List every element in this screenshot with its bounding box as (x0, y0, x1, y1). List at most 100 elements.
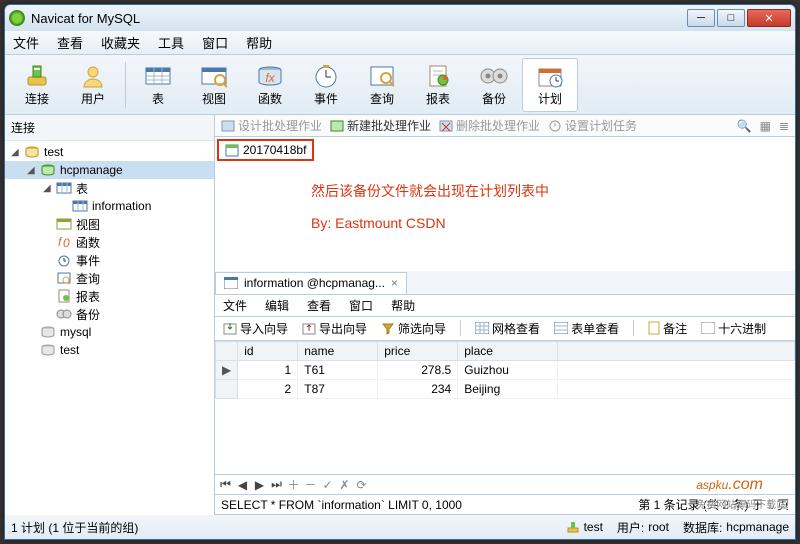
tree-node[interactable]: ◢表 (5, 179, 214, 197)
col-price[interactable]: price (378, 341, 458, 360)
nav-next[interactable]: ▶ (253, 478, 266, 492)
table-toolbar: 导入向导 导出向导 筛选向导 网格查看 表单查看 备注 十六进制 (215, 317, 795, 341)
tree-node[interactable]: information (5, 197, 214, 215)
status-plan: 1 计划 (1 位于当前的组) (11, 519, 138, 536)
status-user: 用户: root (617, 519, 669, 536)
btn-export-wizard[interactable]: 导出向导 (302, 320, 367, 337)
btn-grid-view[interactable]: 网格查看 (475, 320, 540, 337)
table-menubar: 文件 编辑 查看 窗口 帮助 (215, 295, 795, 317)
nav-prev[interactable]: ◀ (236, 478, 249, 492)
status-conn: test (566, 520, 603, 534)
table-row[interactable]: ▶1T61278.5Guizhou (216, 360, 795, 379)
tree-node[interactable]: 备份 (5, 305, 214, 323)
search-icon[interactable]: 🔍 (737, 119, 752, 133)
tree-node[interactable]: 查询 (5, 269, 214, 287)
menu-view[interactable]: 查看 (57, 33, 83, 52)
connection-tree[interactable]: ◢test◢hcpmanage◢表information视图f0函数事件查询报表… (5, 141, 214, 515)
col-id[interactable]: id (238, 341, 298, 360)
data-grid[interactable]: id name price place ▶1T61278.5Guizhou2T8… (215, 341, 795, 476)
annotation-author: By: Eastmount CSDN (311, 215, 446, 231)
nav-add[interactable]: ＋ (287, 476, 300, 493)
tree-node[interactable]: mysql (5, 323, 214, 341)
window-buttons: ─ □ ✕ (687, 9, 791, 27)
bottom-tabs: information @hcpmanag... × (215, 271, 795, 295)
tm-edit[interactable]: 编辑 (265, 297, 289, 314)
nav-del[interactable]: － (304, 476, 317, 493)
close-button[interactable]: ✕ (747, 9, 791, 27)
maximize-button[interactable]: □ (717, 9, 745, 27)
nav-last[interactable]: ⏭ (270, 477, 283, 492)
tree-node[interactable]: ◢hcpmanage (5, 161, 214, 179)
col-name[interactable]: name (298, 341, 378, 360)
subtb-new-batch[interactable]: 新建批处理作业 (330, 117, 431, 134)
tree-node[interactable]: 事件 (5, 251, 214, 269)
annotation-text: 然后该备份文件就会出现在计划列表中 (311, 181, 549, 201)
titlebar[interactable]: Navicat for MySQL ─ □ ✕ (5, 5, 795, 31)
menu-fav[interactable]: 收藏夹 (101, 33, 140, 52)
menu-help[interactable]: 帮助 (246, 33, 272, 52)
tb-backup[interactable]: 备份 (466, 58, 522, 112)
sidebar: 连接 ◢test◢hcpmanage◢表information视图f0函数事件查… (5, 115, 215, 515)
record-info: 第 1 条记录 (共 2 条) 于 1 页 (638, 496, 789, 513)
window-title: Navicat for MySQL (31, 11, 687, 26)
menu-window[interactable]: 窗口 (202, 33, 228, 52)
sql-status-bar: SELECT * FROM `information` LIMIT 0, 100… (215, 495, 795, 515)
status-db: 数据库: hcpmanage (683, 519, 789, 536)
tab-title: information @hcpmanag... (244, 276, 385, 290)
sub-toolbar: 设计批处理作业 新建批处理作业 删除批处理作业 设置计划任务 🔍 ▦ ≣ (215, 115, 795, 137)
menu-file[interactable]: 文件 (13, 33, 39, 52)
tm-help[interactable]: 帮助 (391, 297, 415, 314)
btn-filter-wizard[interactable]: 筛选向导 (381, 320, 446, 337)
app-icon (9, 10, 25, 26)
btn-memo[interactable]: 备注 (648, 320, 687, 337)
tb-table[interactable]: 表 (130, 58, 186, 112)
tree-node[interactable]: test (5, 341, 214, 359)
tb-user[interactable]: 用户 (65, 58, 121, 112)
subtb-set-schedule: 设置计划任务 (548, 117, 637, 134)
tb-event[interactable]: 事件 (298, 58, 354, 112)
col-place[interactable]: place (458, 341, 558, 360)
main-toolbar: 连接 用户 表 视图 fx函数 事件 查询 报表 备份 计划 (5, 55, 795, 115)
tree-node[interactable]: ◢test (5, 143, 214, 161)
schedule-list-canvas[interactable]: 20170418bf 然后该备份文件就会出现在计划列表中 By: Eastmou… (215, 137, 795, 271)
tb-view[interactable]: 视图 (186, 58, 242, 112)
nav-refresh[interactable]: ⟳ (355, 478, 368, 492)
nav-cancel[interactable]: ✗ (338, 478, 351, 492)
tb-function[interactable]: fx函数 (242, 58, 298, 112)
minimize-button[interactable]: ─ (687, 9, 715, 27)
tree-node[interactable]: 视图 (5, 215, 214, 233)
tb-query[interactable]: 查询 (354, 58, 410, 112)
nav-first[interactable]: ⏮ (219, 477, 232, 492)
btn-form-view[interactable]: 表单查看 (554, 320, 619, 337)
tm-file[interactable]: 文件 (223, 297, 247, 314)
nav-commit[interactable]: ✓ (321, 478, 334, 492)
schedule-icon (225, 143, 239, 157)
table-row[interactable]: 2T87234Beijing (216, 379, 795, 398)
tb-report[interactable]: 报表 (410, 58, 466, 112)
menubar: 文件 查看 收藏夹 工具 窗口 帮助 (5, 31, 795, 55)
subtb-design-batch: 设计批处理作业 (221, 117, 322, 134)
schedule-item[interactable]: 20170418bf (217, 139, 314, 161)
btn-import-wizard[interactable]: 导入向导 (223, 320, 288, 337)
tm-window[interactable]: 窗口 (349, 297, 373, 314)
btn-hex[interactable]: 十六进制 (701, 320, 766, 337)
grid-view-icon[interactable]: ▦ (760, 119, 771, 133)
svg-text:fx: fx (265, 71, 275, 85)
sidebar-header: 连接 (5, 115, 214, 141)
tree-node[interactable]: 报表 (5, 287, 214, 305)
tb-connect[interactable]: 连接 (9, 58, 65, 112)
statusbar: 1 计划 (1 位于当前的组) test 用户: root 数据库: hcpma… (5, 515, 795, 539)
tab-close-icon[interactable]: × (391, 276, 398, 290)
tb-schedule[interactable]: 计划 (522, 58, 578, 112)
list-view-icon[interactable]: ≣ (779, 119, 789, 133)
main-area: 设计批处理作业 新建批处理作业 删除批处理作业 设置计划任务 🔍 ▦ ≣ 201… (215, 115, 795, 515)
menu-tools[interactable]: 工具 (158, 33, 184, 52)
tab-information[interactable]: information @hcpmanag... × (215, 272, 407, 294)
tree-node[interactable]: f0函数 (5, 233, 214, 251)
main-window: Navicat for MySQL ─ □ ✕ 文件 查看 收藏夹 工具 窗口 … (4, 4, 796, 540)
record-nav: ⏮ ◀ ▶ ⏭ ＋ － ✓ ✗ ⟳ (215, 475, 795, 495)
schedule-item-label: 20170418bf (243, 143, 306, 157)
tm-view[interactable]: 查看 (307, 297, 331, 314)
table-icon (224, 277, 238, 289)
svg-text:0: 0 (63, 236, 70, 249)
